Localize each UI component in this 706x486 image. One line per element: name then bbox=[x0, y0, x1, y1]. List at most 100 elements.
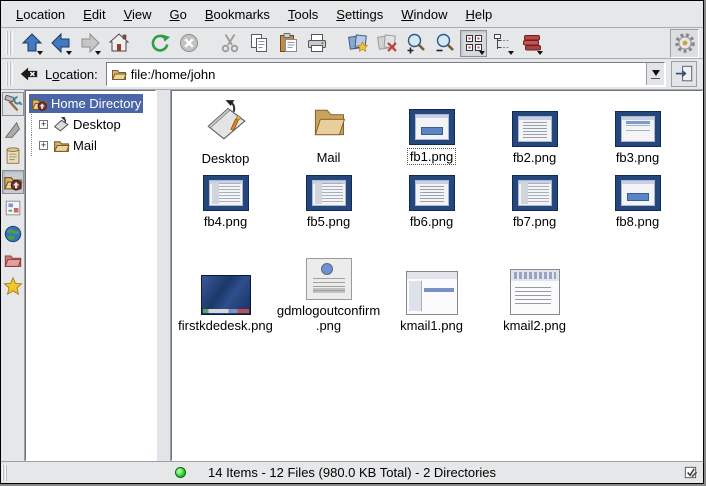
tree-view-button[interactable] bbox=[489, 30, 516, 57]
up-button[interactable] bbox=[18, 30, 45, 57]
panel-splitter[interactable] bbox=[156, 90, 171, 461]
folder-small-icon bbox=[53, 137, 73, 154]
image-gallery-off-icon bbox=[376, 32, 398, 54]
sidebar-tabstrip bbox=[1, 90, 25, 461]
file-gdmlogoutconfirm-png[interactable]: gdmlogoutconfirm.png bbox=[277, 229, 380, 333]
file-icon-box bbox=[615, 165, 661, 214]
file-fb1-png[interactable]: fb1.png bbox=[380, 97, 483, 165]
dropdown-arrow-icon bbox=[66, 51, 72, 55]
sidebar-tab-network[interactable] bbox=[2, 222, 24, 246]
tree-expander[interactable]: + bbox=[39, 141, 48, 150]
file-label: Mail bbox=[317, 150, 341, 165]
location-combobox bbox=[106, 62, 665, 86]
zoom-in-icon bbox=[405, 32, 427, 54]
cut-button[interactable] bbox=[216, 30, 243, 57]
forward-button[interactable] bbox=[76, 30, 103, 57]
cut-icon bbox=[219, 32, 241, 54]
paste-button[interactable] bbox=[274, 30, 301, 57]
menu-location[interactable]: Location bbox=[7, 7, 74, 22]
statusbar: 14 Items - 12 Files (980.0 KB Total) - 2… bbox=[1, 461, 703, 483]
file-fb4-png[interactable]: fb4.png bbox=[174, 165, 277, 229]
menu-go[interactable]: Go bbox=[161, 7, 196, 22]
file-mail[interactable]: Mail bbox=[277, 97, 380, 165]
file-view: DesktopMailfb1.pngfb2.pngfb3.pngfb4.pngf… bbox=[171, 90, 703, 461]
linked-view-checkbox-icon[interactable] bbox=[683, 465, 698, 480]
menubar: LocationEditViewGoBookmarksToolsSettings… bbox=[1, 1, 703, 28]
file-fb8-png[interactable]: fb8.png bbox=[586, 165, 689, 229]
go-icon bbox=[674, 64, 694, 84]
tree-line bbox=[31, 135, 39, 156]
home-icon bbox=[108, 32, 130, 54]
file-label: fb7.png bbox=[513, 214, 556, 229]
file-icon-box bbox=[512, 165, 558, 214]
print-button[interactable] bbox=[303, 30, 330, 57]
file-desktop[interactable]: Desktop bbox=[174, 97, 277, 165]
menu-help[interactable]: Help bbox=[457, 7, 502, 22]
file-row: firstkdedesk.pnggdmlogoutconfirm.pngkmai… bbox=[174, 229, 702, 333]
reload-button[interactable] bbox=[146, 30, 173, 57]
menu-edit[interactable]: Edit bbox=[74, 7, 114, 22]
zoom-out-button[interactable] bbox=[431, 30, 458, 57]
mail-icon bbox=[308, 102, 350, 147]
location-input[interactable] bbox=[131, 64, 646, 84]
tree-item-home-directory[interactable]: Home Directory bbox=[26, 93, 155, 114]
icon-view-button[interactable] bbox=[460, 30, 487, 57]
sidebar-tab-history[interactable] bbox=[2, 144, 24, 168]
file-fb5-png[interactable]: fb5.png bbox=[277, 165, 380, 229]
menu-view[interactable]: View bbox=[115, 7, 161, 22]
locationbar-grip[interactable] bbox=[6, 62, 13, 86]
copy-button[interactable] bbox=[245, 30, 272, 57]
dropdown-arrow-icon bbox=[537, 51, 543, 55]
stop-button[interactable] bbox=[175, 30, 202, 57]
menu-window[interactable]: Window bbox=[392, 7, 456, 22]
create-image-gallery-button[interactable] bbox=[344, 30, 371, 57]
sidebar-tab-devices[interactable] bbox=[2, 118, 24, 142]
file-kmail1-png[interactable]: kmail1.png bbox=[380, 229, 483, 333]
file-fb3-png[interactable]: fb3.png bbox=[586, 97, 689, 165]
toolbar-grip[interactable] bbox=[6, 31, 13, 55]
clear-location-button[interactable] bbox=[17, 62, 41, 86]
tree-item-desktop[interactable]: +Desktop bbox=[26, 114, 155, 135]
tree-item-mail[interactable]: +Mail bbox=[26, 135, 155, 156]
folder-icon bbox=[107, 66, 131, 82]
sidebar-tab-home-directory[interactable] bbox=[2, 170, 24, 194]
dropdown-arrow-icon bbox=[479, 51, 485, 55]
file-firstkdedesk-png[interactable]: firstkdedesk.png bbox=[174, 229, 277, 333]
file-label: fb8.png bbox=[616, 214, 659, 229]
print-icon bbox=[306, 32, 328, 54]
menu-tools[interactable]: Tools bbox=[279, 7, 327, 22]
file-icon-box bbox=[201, 229, 251, 318]
zoom-in-button[interactable] bbox=[402, 30, 429, 57]
file-row: Desktop Mail fb1.pngfb2.pngfb3.png bbox=[174, 97, 702, 165]
desktop-large-icon bbox=[203, 97, 249, 143]
file-fb7-png[interactable]: fb7.png bbox=[483, 165, 586, 229]
tools-icon bbox=[3, 94, 23, 114]
toolbar-buttons bbox=[17, 30, 546, 57]
home-button[interactable] bbox=[105, 30, 132, 57]
sidebar-tab-bookmarks[interactable] bbox=[2, 274, 24, 298]
go-button[interactable] bbox=[671, 61, 697, 87]
menu-settings[interactable]: Settings bbox=[327, 7, 392, 22]
konqueror-window: LocationEditViewGoBookmarksToolsSettings… bbox=[0, 0, 704, 484]
tree-expander[interactable]: + bbox=[39, 120, 48, 129]
thumbnail-fb5-png bbox=[306, 175, 352, 211]
file-fb6-png[interactable]: fb6.png bbox=[380, 165, 483, 229]
menu-bookmarks[interactable]: Bookmarks bbox=[196, 7, 279, 22]
file-icon-box bbox=[203, 97, 249, 151]
sidebar-tab-root-directory[interactable] bbox=[2, 248, 24, 272]
thumbnail-gdmlogoutconfirm-png bbox=[306, 258, 352, 300]
file-label: gdmlogoutconfirm.png bbox=[277, 303, 380, 333]
location-dropdown-arrow[interactable] bbox=[646, 63, 664, 85]
file-icon-box bbox=[306, 165, 352, 214]
sidebar-tab-services[interactable] bbox=[2, 196, 24, 220]
thumbnail-fb4-png bbox=[203, 175, 249, 211]
stop-image-gallery-button[interactable] bbox=[373, 30, 400, 57]
detail-view-button[interactable] bbox=[518, 30, 545, 57]
file-kmail2-png[interactable]: kmail2.png bbox=[483, 229, 586, 333]
status-text: 14 Items - 12 Files (980.0 KB Total) - 2… bbox=[208, 465, 496, 480]
sidebar-tab-configure[interactable] bbox=[2, 92, 24, 116]
back-button[interactable] bbox=[47, 30, 74, 57]
file-fb2-png[interactable]: fb2.png bbox=[483, 97, 586, 165]
statusbar-grip[interactable] bbox=[2, 465, 7, 481]
file-icon-box bbox=[308, 97, 350, 150]
